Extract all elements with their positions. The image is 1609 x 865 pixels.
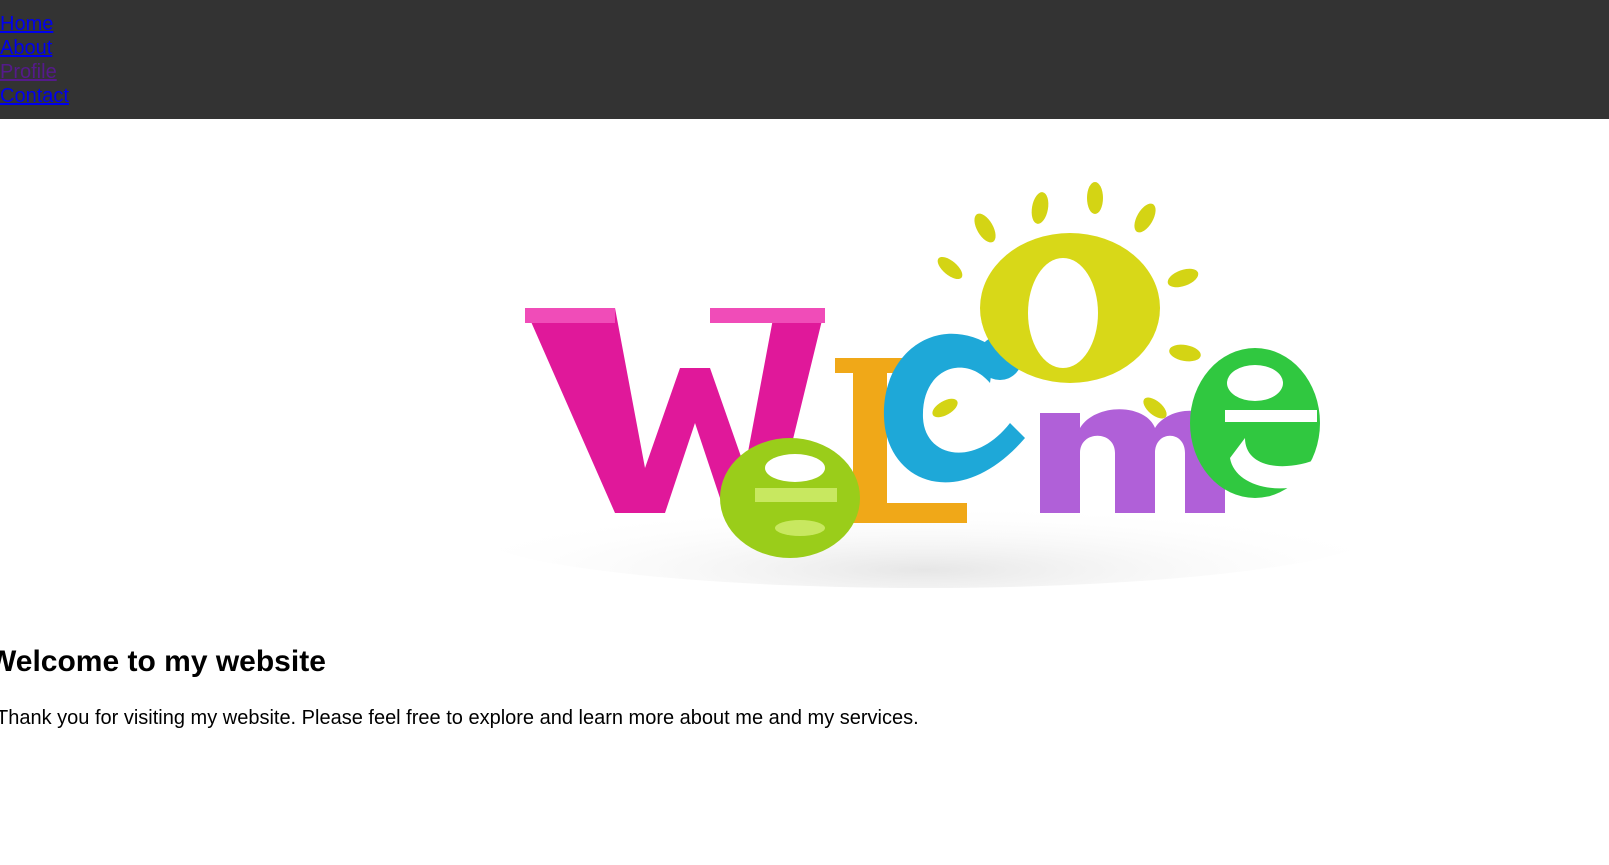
- nav-item-about: About: [0, 36, 69, 60]
- letter-e-small: [720, 438, 860, 558]
- nav-link-contact[interactable]: Contact: [0, 85, 69, 107]
- nav-link-profile[interactable]: Profile: [0, 61, 57, 83]
- intro-text: Thank you for visiting my website. Pleas…: [0, 707, 919, 729]
- nav-item-home: Home: [0, 12, 69, 36]
- top-navigation: Home About Profile Contact: [0, 0, 1609, 119]
- nav-item-contact: Contact: [0, 84, 69, 108]
- letter-o-sun: [980, 233, 1160, 383]
- welcome-illustration: [465, 182, 1385, 588]
- letter-e-green: [1190, 348, 1320, 498]
- welcome-banner-image: [455, 168, 1415, 598]
- nav-list: Home About Profile Contact: [0, 12, 69, 108]
- nav-link-home[interactable]: Home: [0, 13, 53, 35]
- page-title: Welcome to my website: [0, 645, 326, 678]
- nav-item-profile: Profile: [0, 60, 69, 84]
- nav-link-about[interactable]: About: [0, 37, 52, 59]
